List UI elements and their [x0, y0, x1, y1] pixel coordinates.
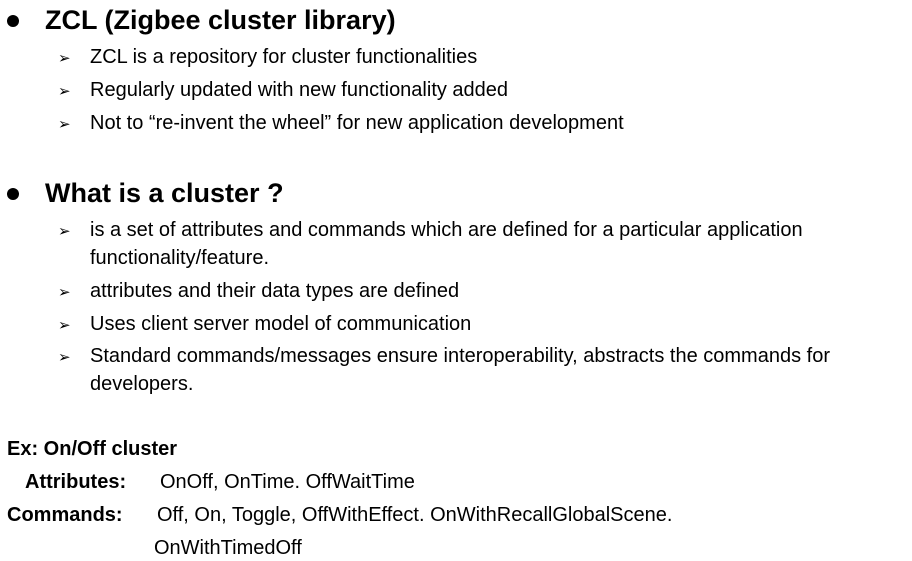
arrow-bullet-icon: ➢: [58, 83, 71, 100]
list-item-text: attributes and their data types are defi…: [90, 280, 460, 302]
arrow-bullet-icon: ➢: [58, 317, 71, 334]
bullet-icon: [7, 188, 19, 200]
arrow-bullet-icon: ➢: [58, 349, 71, 366]
list-item-text: Not to “re-invent the wheel” for new app…: [90, 112, 624, 134]
list-item-text: ZCL is a repository for cluster function…: [90, 46, 478, 68]
arrow-bullet-icon: ➢: [58, 50, 71, 67]
commands-value-line1: Off, On, Toggle, OffWithEffect. OnWithRe…: [157, 504, 673, 526]
section-heading-zcl: ZCL (Zigbee cluster library): [45, 5, 396, 35]
bullet-icon: [7, 15, 19, 27]
arrow-bullet-icon: ➢: [58, 284, 71, 301]
attributes-label: Attributes:: [25, 471, 127, 493]
list-item-text: Standard commands/messages ensure intero…: [90, 345, 830, 395]
attributes-value: OnOff, OnTime. OffWaitTime: [160, 471, 415, 493]
arrow-bullet-icon: ➢: [58, 116, 71, 133]
list-item-text: Regularly updated with new functionality…: [90, 79, 509, 101]
list-item-text: Uses client server model of communicatio…: [90, 313, 472, 335]
commands-value-line2: OnWithTimedOff: [154, 537, 302, 559]
example-title: Ex: On/Off cluster: [7, 438, 178, 460]
list-item-text: is a set of attributes and commands whic…: [90, 219, 803, 269]
commands-label: Commands:: [7, 504, 123, 526]
section-heading-cluster: What is a cluster ?: [45, 178, 284, 208]
arrow-bullet-icon: ➢: [58, 223, 71, 240]
